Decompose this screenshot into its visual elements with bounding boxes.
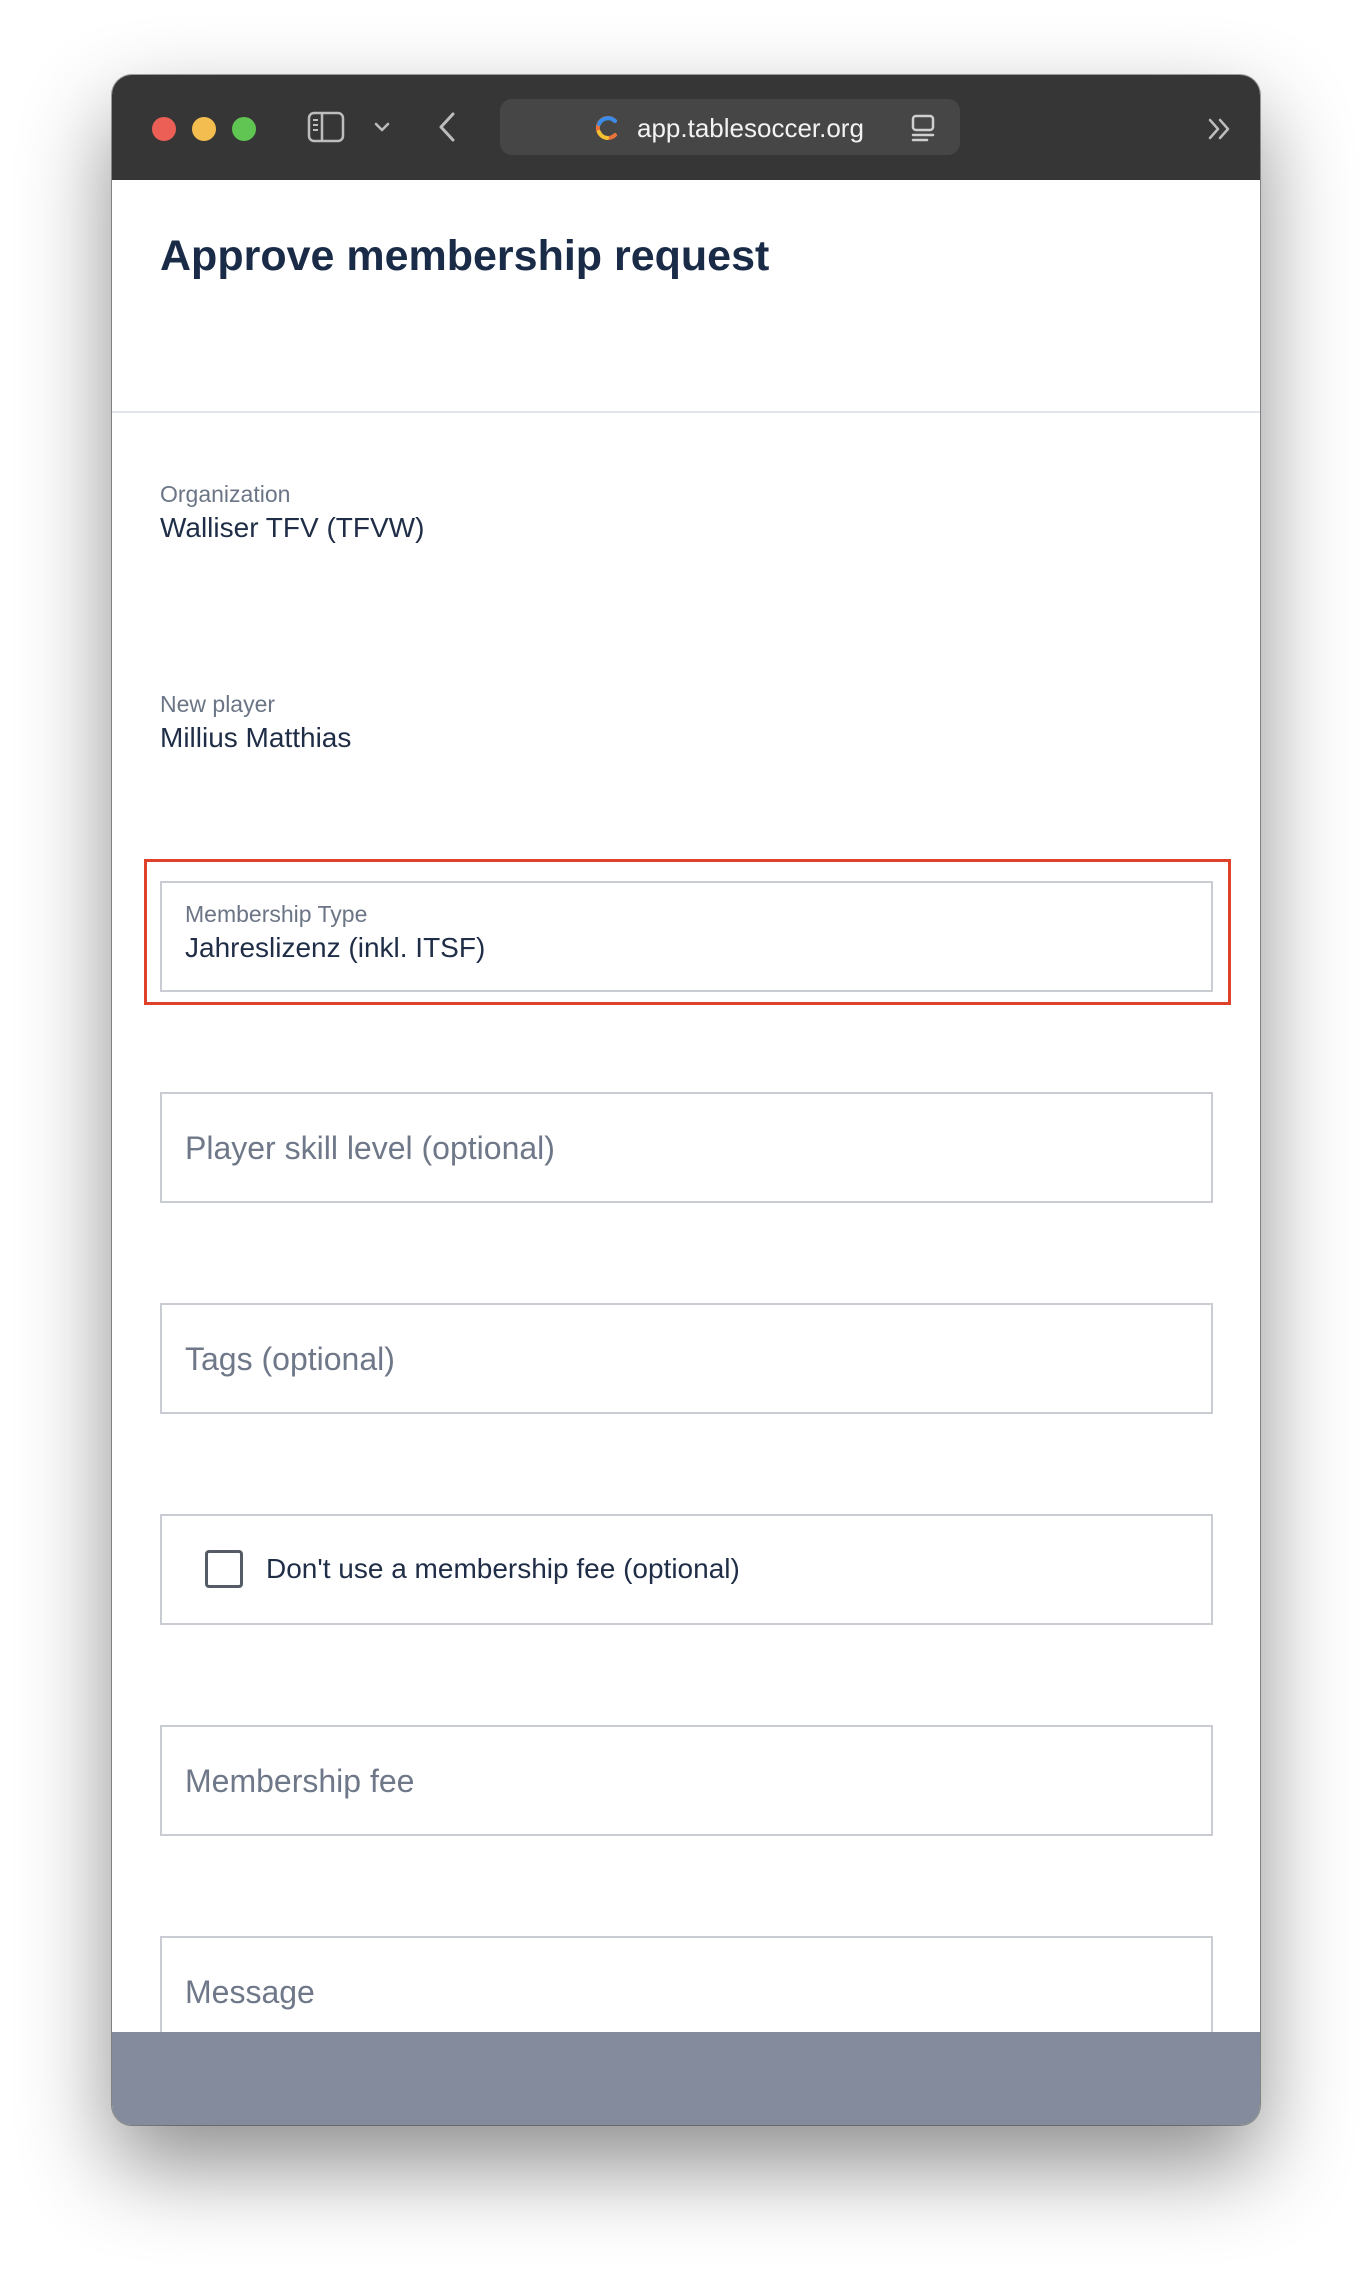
membership-type-label: Membership Type <box>185 901 368 927</box>
zoom-window-button[interactable] <box>232 117 256 141</box>
chevron-down-icon[interactable] <box>374 119 390 135</box>
no-fee-checkbox-field[interactable]: Don't use a membership fee (optional) <box>160 1514 1213 1625</box>
double-chevron-right-icon[interactable] <box>1206 115 1234 143</box>
address-bar[interactable]: app.tablesoccer.org <box>500 99 960 155</box>
close-window-button[interactable] <box>152 117 176 141</box>
site-favicon-icon <box>595 116 617 140</box>
skill-level-placeholder: Player skill level (optional) <box>185 1130 555 1166</box>
tags-input[interactable]: Tags (optional) <box>160 1303 1213 1414</box>
skill-level-input[interactable]: Player skill level (optional) <box>160 1092 1213 1203</box>
browser-window: app.tablesoccer.org Approve membership r… <box>112 75 1260 2125</box>
minimize-window-button[interactable] <box>192 117 216 141</box>
reader-mode-icon[interactable] <box>910 114 936 142</box>
new-player-label: New player <box>160 691 276 717</box>
membership-fee-input[interactable]: Membership fee <box>160 1725 1213 1836</box>
new-player-value: Millius Matthias <box>160 722 352 753</box>
url-text: app.tablesoccer.org <box>637 113 864 143</box>
bottom-action-bar <box>112 2032 1260 2125</box>
membership-type-value: Jahreslizenz (inkl. ITSF) <box>185 932 486 963</box>
message-placeholder: Message <box>185 1974 315 2010</box>
sidebar-toggle-icon[interactable] <box>307 111 345 143</box>
no-fee-checkbox-label[interactable]: Don't use a membership fee (optional) <box>266 1551 740 1587</box>
tags-placeholder: Tags (optional) <box>185 1341 395 1377</box>
organization-label: Organization <box>160 481 291 507</box>
no-fee-checkbox[interactable] <box>205 1550 243 1588</box>
organization-value: Walliser TFV (TFVW) <box>160 512 425 543</box>
page-title: Approve membership request <box>160 232 770 280</box>
page-content: Approve membership request Organization … <box>112 180 1260 2076</box>
membership-type-select[interactable]: Membership Type Jahreslizenz (inkl. ITSF… <box>160 881 1213 992</box>
screenshot-stage: app.tablesoccer.org Approve membership r… <box>0 0 1372 2274</box>
header-divider <box>112 411 1260 413</box>
membership-fee-placeholder: Membership fee <box>185 1763 415 1799</box>
browser-toolbar: app.tablesoccer.org <box>112 75 1260 180</box>
back-arrow-icon[interactable] <box>437 111 457 143</box>
